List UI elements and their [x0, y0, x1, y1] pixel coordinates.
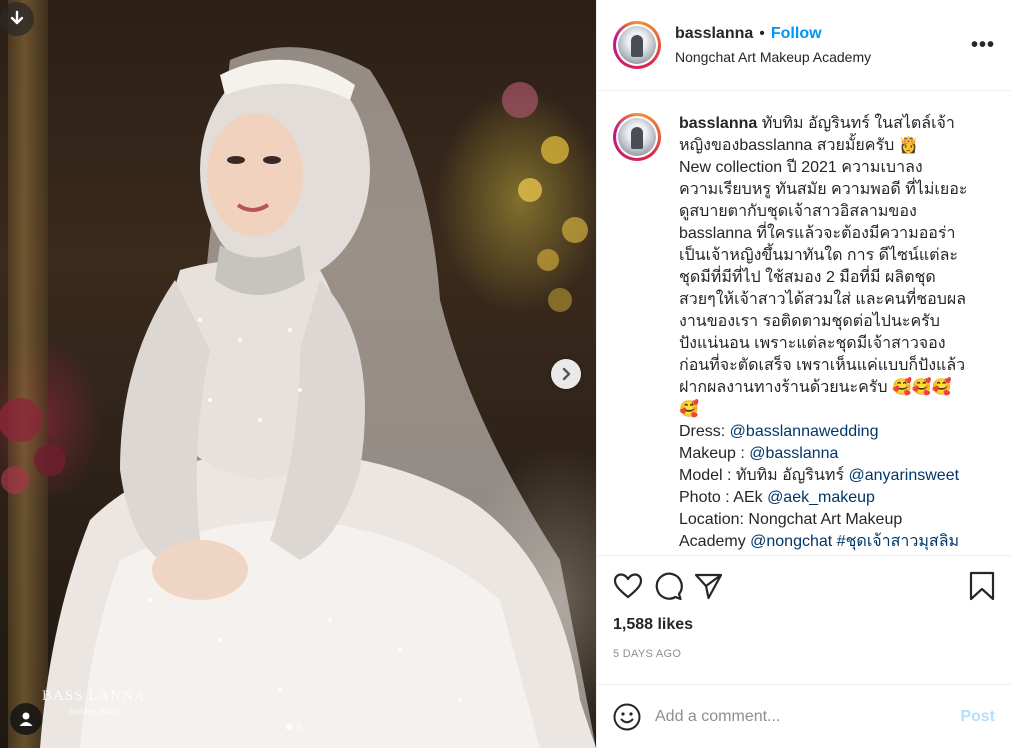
makeup-mention-link[interactable]: @basslanna: [749, 445, 838, 462]
comment-button[interactable]: [653, 566, 693, 606]
share-button[interactable]: [693, 566, 733, 606]
follow-button[interactable]: Follow: [771, 25, 822, 43]
dress-label: Dress:: [679, 423, 730, 440]
caption-text: basslanna ทับทิม อัญรินทร์ ในสไตล์เจ้า ห…: [679, 113, 979, 555]
more-options-button[interactable]: •••: [967, 34, 995, 57]
caption-line: ทับทิม อัญรินทร์ ในสไตล์เจ้า: [761, 115, 955, 132]
caption-line: ความเรียบหรู ทันสมัย ความพอดี ที่ไม่เยอะ: [679, 181, 968, 198]
emoji-icon[interactable]: [613, 703, 641, 731]
photo-label: Photo : AEk: [679, 489, 768, 506]
dress-mention-link[interactable]: @basslannawedding: [730, 423, 879, 440]
caption-username[interactable]: basslanna: [679, 115, 757, 132]
caption-line: สวยๆให้เจ้าสาวได้สวมใส่ และคนที่ชอบผล: [679, 291, 967, 308]
post-comment-button[interactable]: Post: [960, 708, 995, 726]
post-container: BASS LANNA Wedding Studio basslanna • Fo…: [0, 0, 1011, 748]
caption-avatar[interactable]: [613, 113, 661, 161]
academy-mention-link[interactable]: @nongchat: [750, 533, 832, 550]
caption-line: ชุดมีที่มีที่ไป ใช้สมอง 2 มือที่มี ผลิตช…: [679, 269, 936, 286]
username-link[interactable]: basslanna: [675, 25, 753, 43]
watermark-logo: BASS LANNA Wedding Studio: [42, 688, 146, 716]
actions-section: 1,588 likes 5 DAYS AGO: [597, 555, 1011, 660]
user-icon: [19, 712, 33, 726]
post-header: basslanna • Follow Nongchat Art Makeup A…: [597, 0, 1011, 91]
download-button[interactable]: [0, 2, 34, 36]
carousel-next-button[interactable]: [551, 359, 581, 389]
header-text: basslanna • Follow Nongchat Art Makeup A…: [675, 25, 967, 65]
caption-line: ก่อนที่จะตัดเสร็จ เพราเห็นแค่แบบก็ปังแล้…: [679, 357, 966, 374]
watermark-sub: Wedding Studio: [68, 707, 119, 716]
paper-plane-icon: [694, 573, 723, 600]
hashtag-link[interactable]: #ชุดเจ้าสาวมุสลิม: [837, 533, 959, 550]
comment-icon: [655, 572, 683, 601]
save-button[interactable]: [955, 566, 995, 606]
caption-area: basslanna ทับทิม อัญรินทร์ ในสไตล์เจ้า ห…: [597, 91, 1011, 555]
caption-line: New collection ปี 2021 ความเบาลง: [679, 159, 923, 176]
carousel-dot-active: [286, 724, 292, 730]
academy-label: Academy: [679, 533, 751, 550]
carousel-indicator: [286, 724, 302, 730]
caption-line: เป็นเจ้าหญิงขึ้นมาทันใด การ ดีไซน์แต่ละ: [679, 247, 958, 264]
avatar[interactable]: [613, 21, 661, 69]
tagged-users-button[interactable]: [10, 703, 42, 735]
carousel-dot: [296, 724, 302, 730]
separator: •: [759, 25, 765, 42]
avatar-image: [618, 26, 656, 64]
post-panel: basslanna • Follow Nongchat Art Makeup A…: [596, 0, 1011, 748]
bride-photo: [0, 47, 596, 748]
caption-line: basslanna ที่ใครแล้วจะต้องมีความออร่า: [679, 225, 956, 242]
likes-count[interactable]: 1,588 likes: [613, 616, 995, 634]
bookmark-icon: [969, 571, 995, 601]
caption-line: ฝากผลงานทางร้านด้วยนะครับ 🥰🥰🥰: [679, 379, 952, 396]
caption-line: 🥰: [679, 401, 699, 418]
watermark-main: BASS LANNA: [42, 688, 146, 704]
arrow-down-icon: [10, 10, 24, 25]
caption-line: งานของเรา รอติดตามชุดต่อไปนะครับ: [679, 313, 940, 330]
caption-line: ดูสบายตากับชุดเจ้าสาวอิสลามของ: [679, 203, 917, 220]
action-bar: [613, 556, 995, 616]
makeup-label: Makeup :: [679, 445, 750, 462]
like-button[interactable]: [613, 566, 653, 606]
post-date[interactable]: 5 DAYS AGO: [613, 648, 995, 660]
caption-line: หญิงของbasslanna สวยมั้ยครับ 👸: [679, 137, 919, 154]
heart-icon: [613, 573, 643, 599]
chevron-right-icon: [562, 367, 571, 381]
comment-bar: Add a comment... Post: [597, 684, 1011, 748]
post-media[interactable]: BASS LANNA Wedding Studio: [0, 0, 596, 748]
model-label: Model : ทับทิม อัญรินทร์: [679, 467, 849, 484]
photo-mention-link[interactable]: @aek_makeup: [767, 489, 875, 506]
caption-line: ปังแน่นอน เพราะแต่ละชุดมีเจ้าสาวจอง: [679, 335, 946, 352]
location-line: Location: Nongchat Art Makeup: [679, 511, 903, 528]
location-link[interactable]: Nongchat Art Makeup Academy: [675, 49, 967, 65]
model-mention-link[interactable]: @anyarinsweet: [849, 467, 960, 484]
comment-input[interactable]: Add a comment...: [655, 708, 960, 726]
